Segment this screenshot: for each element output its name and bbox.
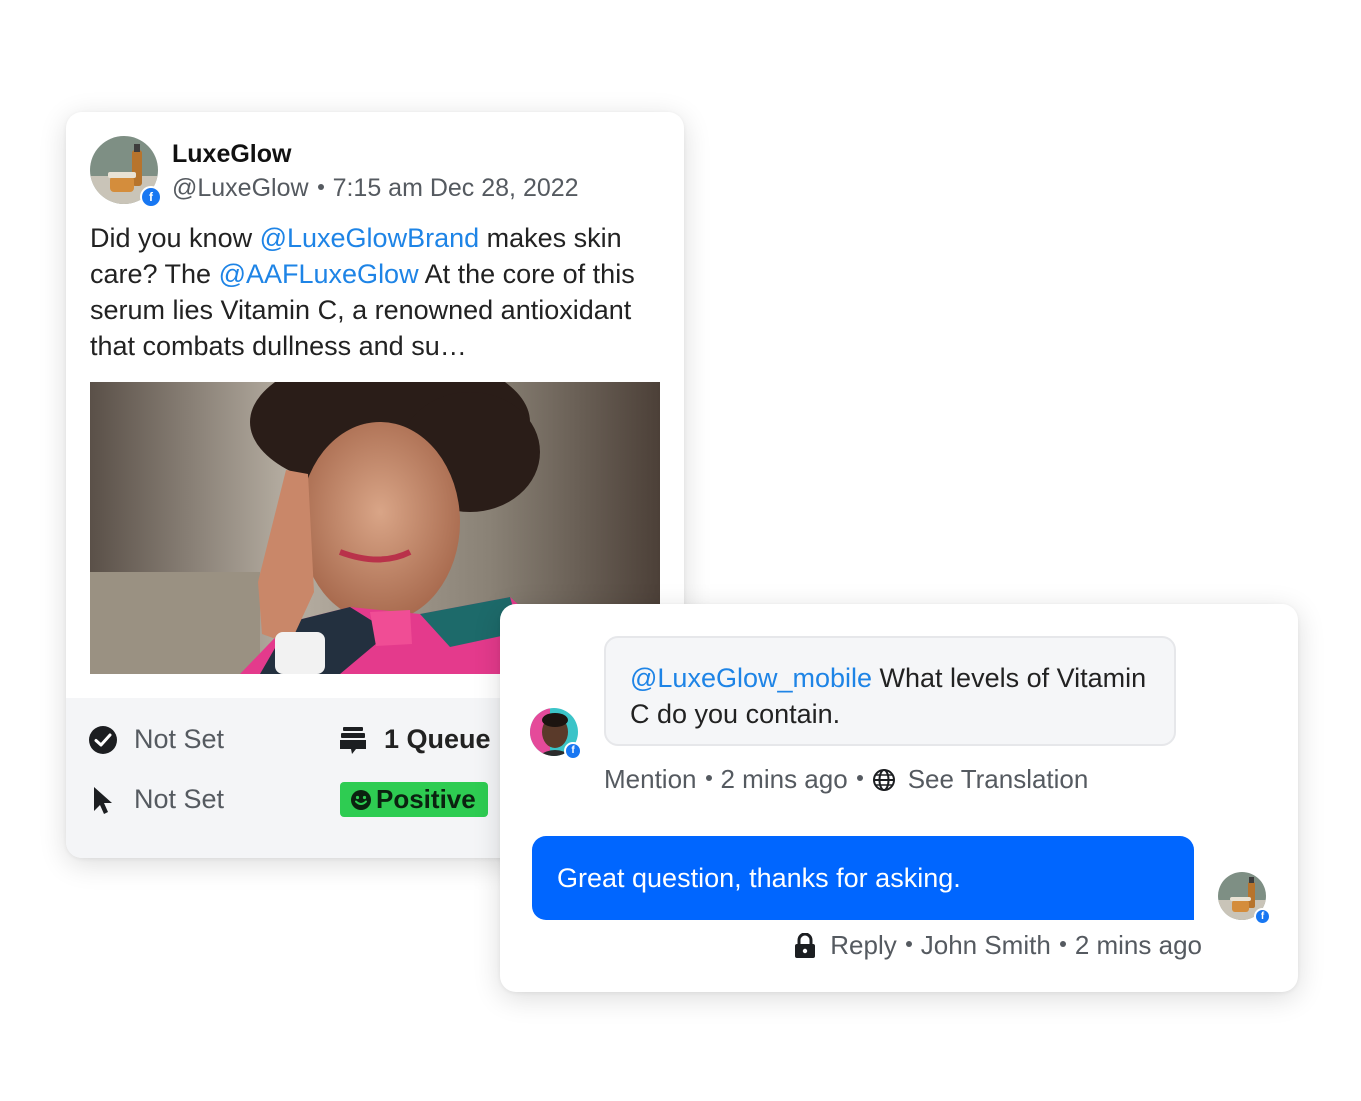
sentiment-badge[interactable]: Positive <box>340 782 488 817</box>
queue-field[interactable]: 1 Queue <box>338 724 491 755</box>
reply-label: Reply <box>830 930 897 960</box>
assignee-field[interactable]: Not Set <box>88 784 224 815</box>
globe-icon <box>872 768 895 791</box>
post-text: Did you know @LuxeGlowBrand makes skin c… <box>90 220 670 364</box>
sentiment-field[interactable]: Positive <box>340 782 488 817</box>
queue-label: 1 Queue <box>384 724 491 754</box>
separator-dot <box>317 184 324 191</box>
reply-bubble: Great question, thanks for asking. <box>532 836 1194 920</box>
smiley-icon <box>351 789 371 810</box>
queue-stack-icon <box>340 726 366 754</box>
see-translation-link[interactable]: See Translation <box>908 764 1089 795</box>
cursor-icon <box>94 786 112 814</box>
comment-type: Mention <box>604 764 697 794</box>
reply-author-avatar[interactable]: f <box>1218 872 1271 925</box>
facebook-icon: f <box>140 186 162 208</box>
commenter-avatar[interactable]: f <box>530 708 582 760</box>
sentiment-label: Positive <box>376 784 476 814</box>
assignee-label: Not Set <box>134 784 225 814</box>
separator-dot <box>705 774 712 781</box>
facebook-icon: f <box>564 742 582 760</box>
comment-time: 2 mins ago <box>720 764 848 794</box>
reply-meta: Reply John Smith 2 mins ago <box>794 930 1202 961</box>
comment-card: f @LuxeGlow_mobile What levels of Vitami… <box>500 604 1298 992</box>
mention-link[interactable]: @LuxeGlow_mobile <box>630 663 872 693</box>
mention-link[interactable]: @AAFLuxeGlow <box>219 259 419 289</box>
status-label: Not Set <box>134 724 225 754</box>
separator-dot <box>856 774 863 781</box>
separator-dot <box>1059 940 1066 947</box>
comment-meta: Mention 2 mins ago See Translation <box>604 764 1088 795</box>
check-circle-icon <box>89 725 117 754</box>
facebook-icon: f <box>1254 908 1271 925</box>
author-meta: @LuxeGlow 7:15 am Dec 28, 2022 <box>172 174 579 203</box>
reply-time: 2 mins ago <box>1074 930 1202 960</box>
mention-link[interactable]: @LuxeGlowBrand <box>260 223 480 253</box>
lock-icon <box>795 932 816 958</box>
comment-bubble: @LuxeGlow_mobile What levels of Vitamin … <box>604 636 1176 746</box>
post-text-segment: Did you know <box>90 223 260 253</box>
author-name[interactable]: LuxeGlow <box>172 140 291 169</box>
status-field[interactable]: Not Set <box>88 724 224 755</box>
reply-author[interactable]: John Smith <box>921 930 1051 961</box>
separator-dot <box>905 940 912 947</box>
post-header: f LuxeGlow @LuxeGlow 7:15 am Dec 28, 2022 <box>90 136 660 208</box>
author-handle[interactable]: @LuxeGlow <box>172 174 309 202</box>
brand-avatar[interactable]: f <box>90 136 162 208</box>
post-timestamp: 7:15 am Dec 28, 2022 <box>332 174 579 202</box>
